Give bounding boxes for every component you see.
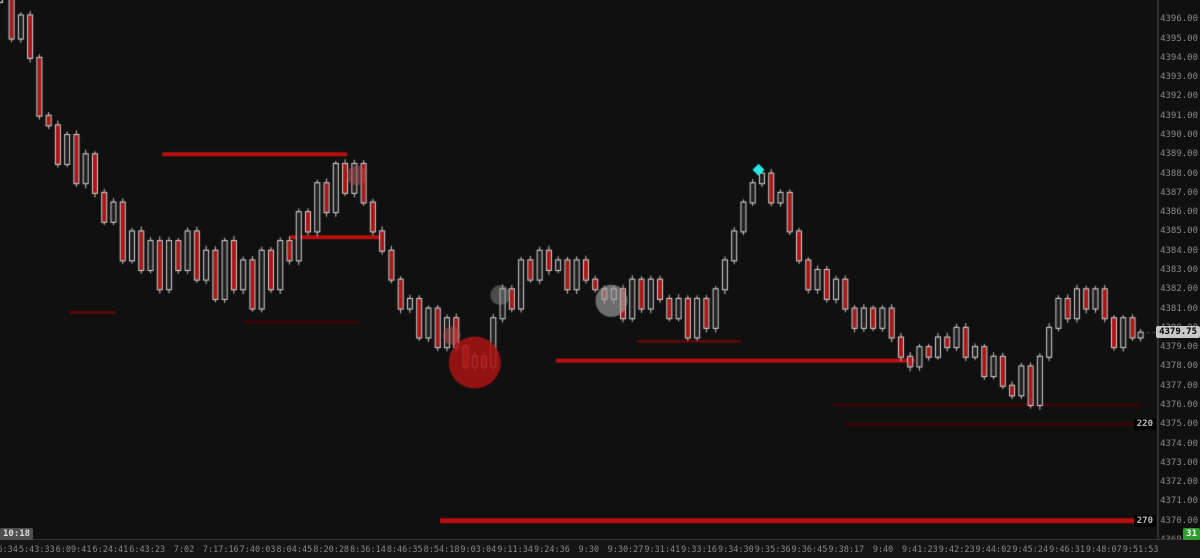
x-tick: 5:26:34	[0, 545, 18, 555]
x-tick: 8:54:18	[424, 545, 460, 555]
x-tick: 8:36:14	[350, 545, 386, 555]
x-tick: 6:43:23	[129, 545, 165, 555]
x-tick: 7:40:03	[240, 545, 276, 555]
x-tick: 9:03:04	[460, 545, 496, 555]
price-chart-canvas[interactable]	[0, 0, 1200, 558]
x-tick: 9:30	[578, 545, 598, 555]
x-tick: 9:31:41	[644, 545, 680, 555]
x-tick: 9:51:53	[1123, 545, 1159, 555]
x-tick: 9:46:31	[1049, 545, 1085, 555]
x-tick: 9:45:24	[1012, 545, 1048, 555]
x-tick: 9:35:36	[755, 545, 791, 555]
x-tick: 9:36:45	[792, 545, 828, 555]
x-tick: 9:33:16	[681, 545, 717, 555]
volume-label-220: 220	[1134, 418, 1156, 430]
x-tick: 9:38:17	[828, 545, 864, 555]
x-axis: 5:26:345:43:336:09:416:24:416:43:23 7:02 7…	[0, 539, 1200, 558]
x-tick: 5:43:33	[19, 545, 55, 555]
x-tick: 9:11:34	[497, 545, 533, 555]
x-tick: 6:24:41	[92, 545, 128, 555]
x-tick: 7:02	[174, 545, 194, 555]
x-tick: 8:46:35	[387, 545, 423, 555]
x-tick: 6:09:41	[56, 545, 92, 555]
x-tick: 8:04:45	[276, 545, 312, 555]
x-tick: 9:40	[873, 545, 893, 555]
x-tick: 9:41:23	[902, 545, 938, 555]
volume-label-270: 270	[1134, 515, 1156, 527]
x-tick: 8:20:28	[313, 545, 349, 555]
x-tick: 7:17:16	[203, 545, 239, 555]
x-tick: 9:24:36	[534, 545, 570, 555]
time-badge: 10:18	[0, 528, 33, 540]
last-price-label: 4379.75	[1156, 326, 1200, 338]
x-tick: 9:42:23	[939, 545, 975, 555]
countdown-badge: 31	[1183, 528, 1200, 540]
x-tick: 9:44:02	[976, 545, 1012, 555]
x-tick: 9:34:30	[718, 545, 754, 555]
x-tick: 9:30:27	[608, 545, 644, 555]
x-tick: 9:48:07	[1086, 545, 1122, 555]
